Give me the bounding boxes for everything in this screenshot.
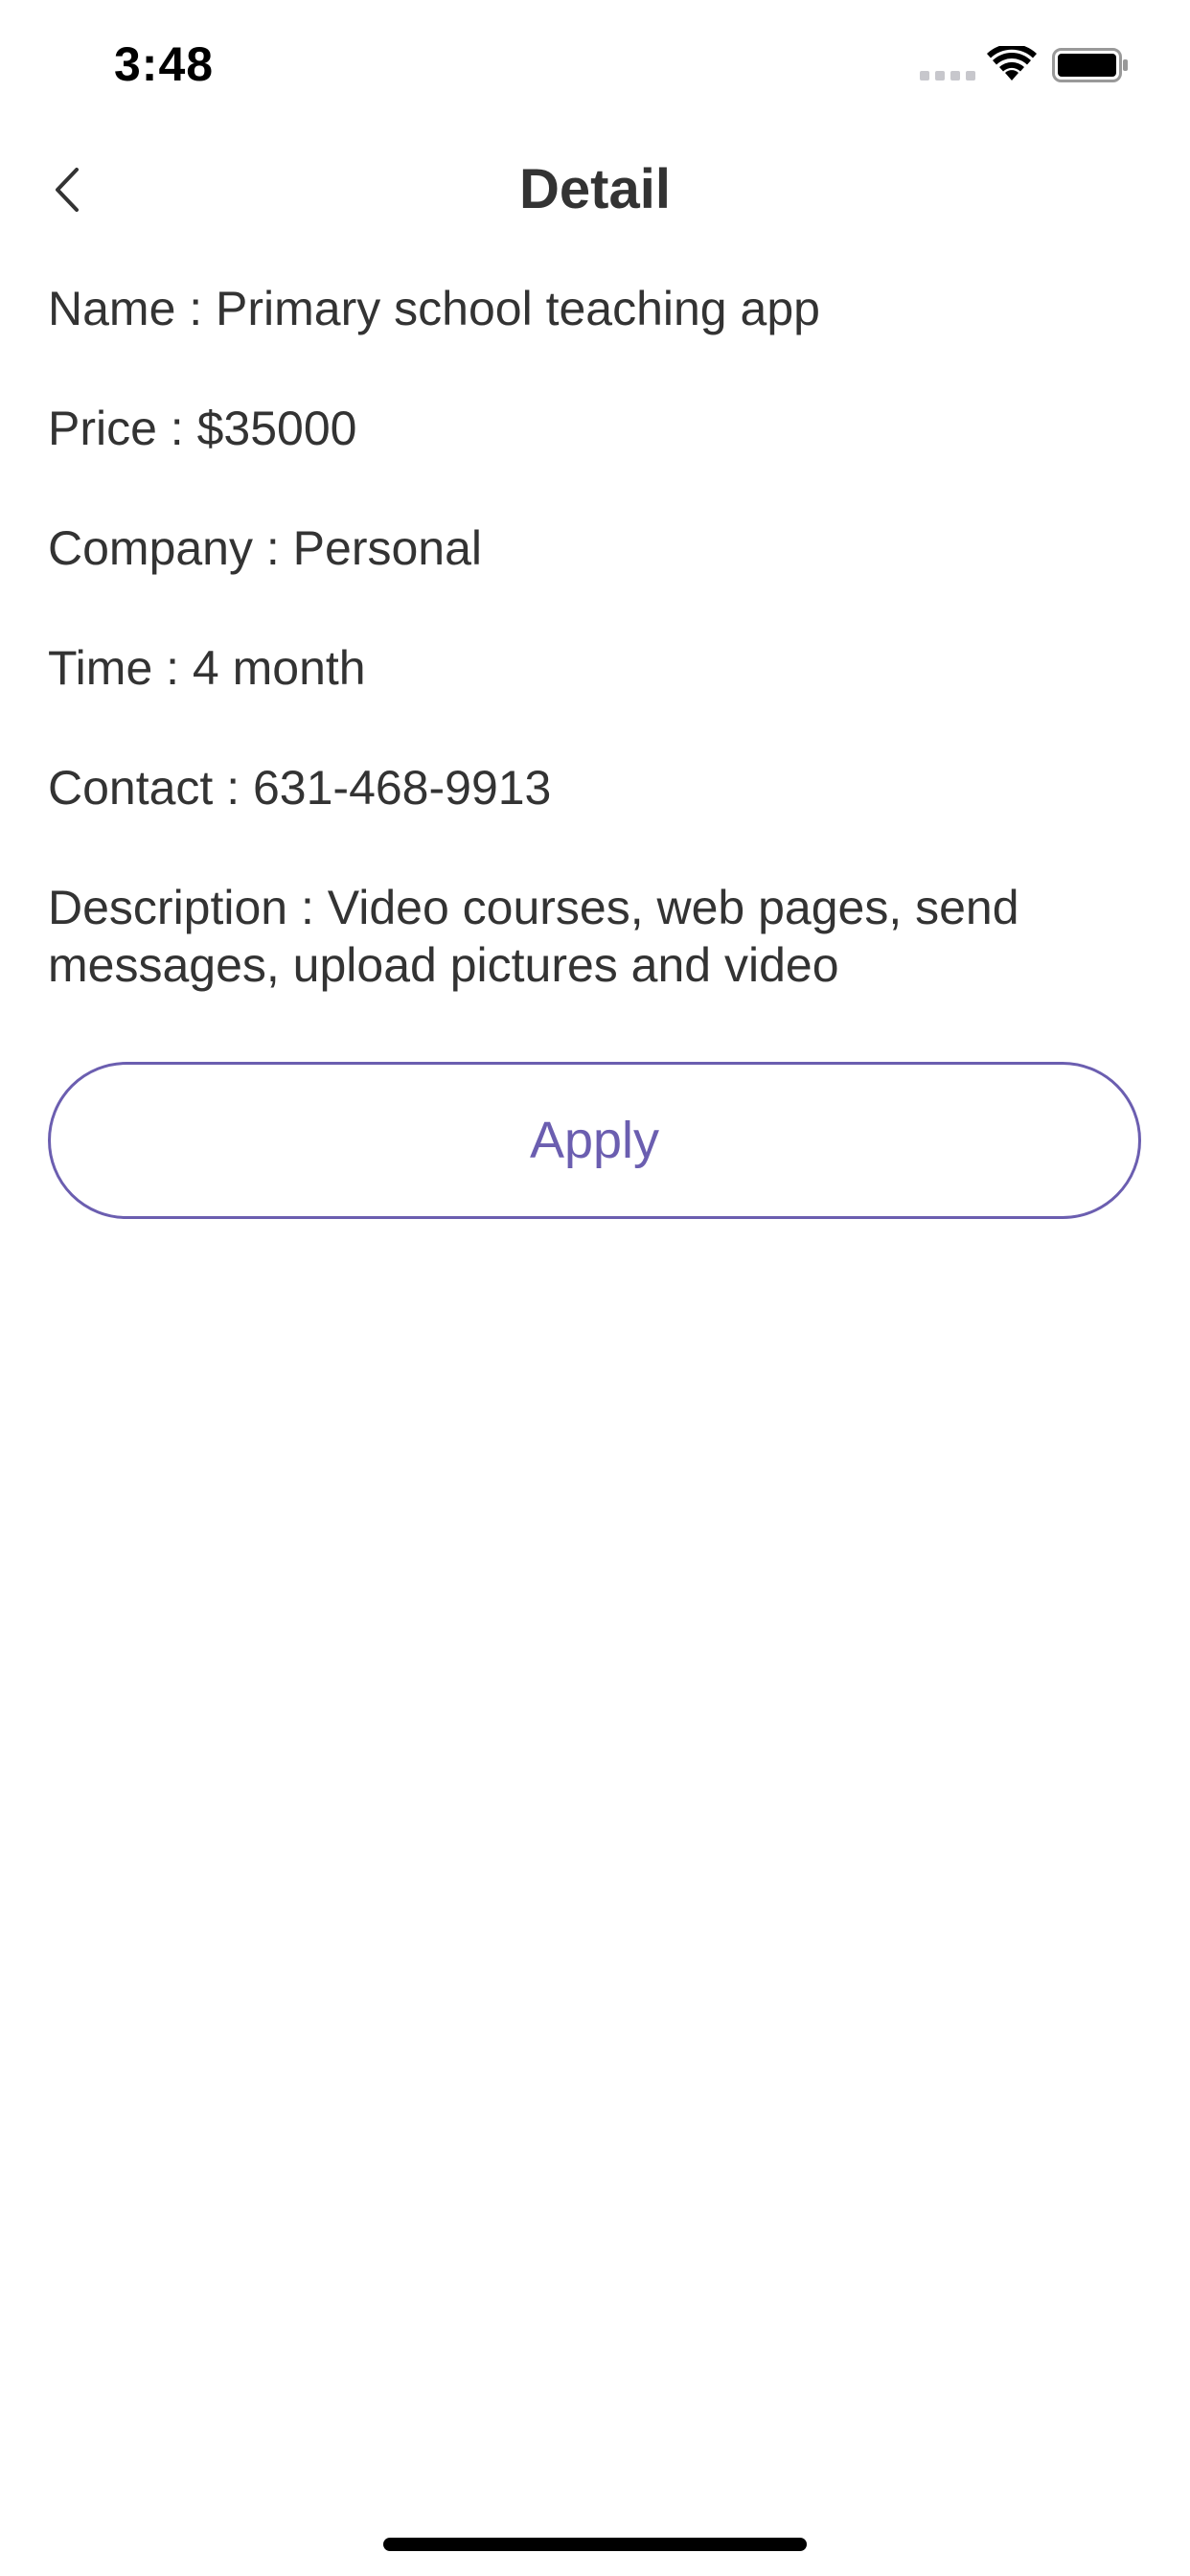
status-bar: 3:48 <box>0 0 1190 126</box>
detail-name: Name : Primary school teaching app <box>48 282 820 335</box>
wifi-icon <box>987 46 1037 80</box>
detail-time: Time : 4 month <box>48 641 366 695</box>
detail-description: Description : Video courses, web pages, … <box>48 881 1019 992</box>
status-time: 3:48 <box>114 37 215 91</box>
detail-company: Company : Personal <box>48 521 483 575</box>
detail-contact: Contact : 631-468-9913 <box>48 761 552 815</box>
nav-bar: Detail <box>0 126 1190 253</box>
home-indicator[interactable] <box>383 2538 807 2551</box>
page-title: Detail <box>519 158 671 220</box>
detail-price: Price : $35000 <box>48 402 357 455</box>
apply-button[interactable]: Apply <box>48 1062 1141 1219</box>
battery-icon <box>1052 48 1128 82</box>
detail-list: Name : Primary school teaching app Price… <box>48 280 1142 994</box>
signal-icon <box>920 71 975 80</box>
